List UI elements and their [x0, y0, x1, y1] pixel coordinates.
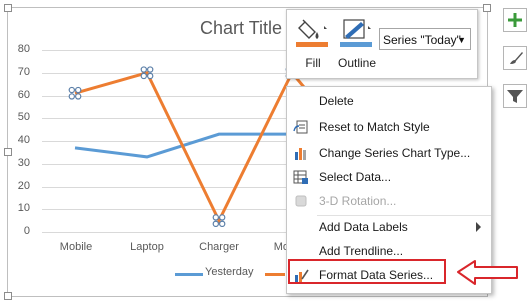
series-point-marker[interactable] — [140, 66, 147, 73]
menu-item-select-data[interactable]: Select Data... — [287, 165, 491, 189]
filter-icon — [507, 90, 523, 103]
chart-styles-button[interactable] — [503, 46, 527, 70]
menu-item-label: Add Trendline... — [319, 244, 404, 258]
category-label: Laptop — [130, 241, 164, 253]
highlight-box — [288, 259, 446, 284]
series-point-marker[interactable] — [74, 86, 82, 94]
plus-icon — [508, 13, 522, 27]
category-label: Mo — [273, 241, 289, 253]
red-arrow-icon — [457, 260, 518, 285]
series-point-marker[interactable] — [68, 86, 76, 94]
series-select-value: Series "Today" — [383, 33, 461, 47]
menu-item-change-series-chart-type[interactable]: Change Series Chart Type... — [287, 141, 491, 165]
legend-swatch-yesterday — [175, 273, 203, 276]
menu-item-label: 3-D Rotation... — [319, 194, 397, 208]
menu-item-add-data-labels[interactable]: Add Data Labels — [287, 215, 491, 239]
reset-style-icon — [293, 120, 308, 134]
fill-button[interactable]: Fill — [291, 14, 335, 74]
series-point-marker[interactable] — [218, 214, 226, 221]
chart-filters-button[interactable] — [503, 84, 527, 108]
category-label: Mobile — [59, 241, 93, 253]
series-point-marker[interactable] — [146, 66, 154, 73]
series-select[interactable]: Series "Today" ▼ — [379, 28, 471, 50]
legend-swatch-today — [265, 273, 285, 276]
series-point-marker[interactable] — [146, 72, 154, 80]
menu-item-label: Delete — [319, 94, 354, 108]
fill-label: Fill — [305, 56, 321, 70]
brush-icon — [510, 52, 523, 64]
outline-button[interactable]: Outline — [335, 14, 379, 74]
series-point-marker[interactable] — [212, 214, 219, 221]
pen-outline-icon — [340, 19, 372, 47]
menu-item-delete[interactable]: Delete — [287, 89, 491, 113]
menu-item-label: Change Series Chart Type... — [319, 146, 471, 160]
paint-bucket-icon — [296, 19, 328, 47]
outline-label: Outline — [337, 56, 377, 70]
menu-item-label: Reset to Match Style — [319, 120, 430, 134]
menu-item-label: Add Data Labels — [319, 220, 408, 234]
category-label: Charger — [199, 241, 239, 253]
chart-elements-button[interactable] — [503, 8, 527, 32]
mini-toolbar: Fill Outline Series "Today" ▼ — [286, 9, 478, 79]
chevron-down-icon: ▼ — [457, 35, 466, 45]
rotation-3d-icon — [295, 195, 307, 207]
submenu-arrow-icon — [476, 222, 481, 232]
series-point-marker[interactable] — [74, 93, 82, 100]
series-point-marker[interactable] — [140, 72, 147, 80]
series-point-marker[interactable] — [68, 93, 76, 100]
bar-chart-icon — [295, 148, 306, 160]
menu-item-3d-rotation[interactable]: 3-D Rotation... — [287, 189, 491, 213]
table-data-icon — [293, 170, 308, 184]
menu-item-reset-to-match-style[interactable]: Reset to Match Style — [287, 115, 491, 139]
menu-item-label: Select Data... — [319, 170, 392, 184]
legend-label-yesterday: Yesterday — [205, 266, 254, 278]
series-point-marker[interactable] — [218, 220, 226, 228]
series-point-marker[interactable] — [212, 220, 219, 228]
